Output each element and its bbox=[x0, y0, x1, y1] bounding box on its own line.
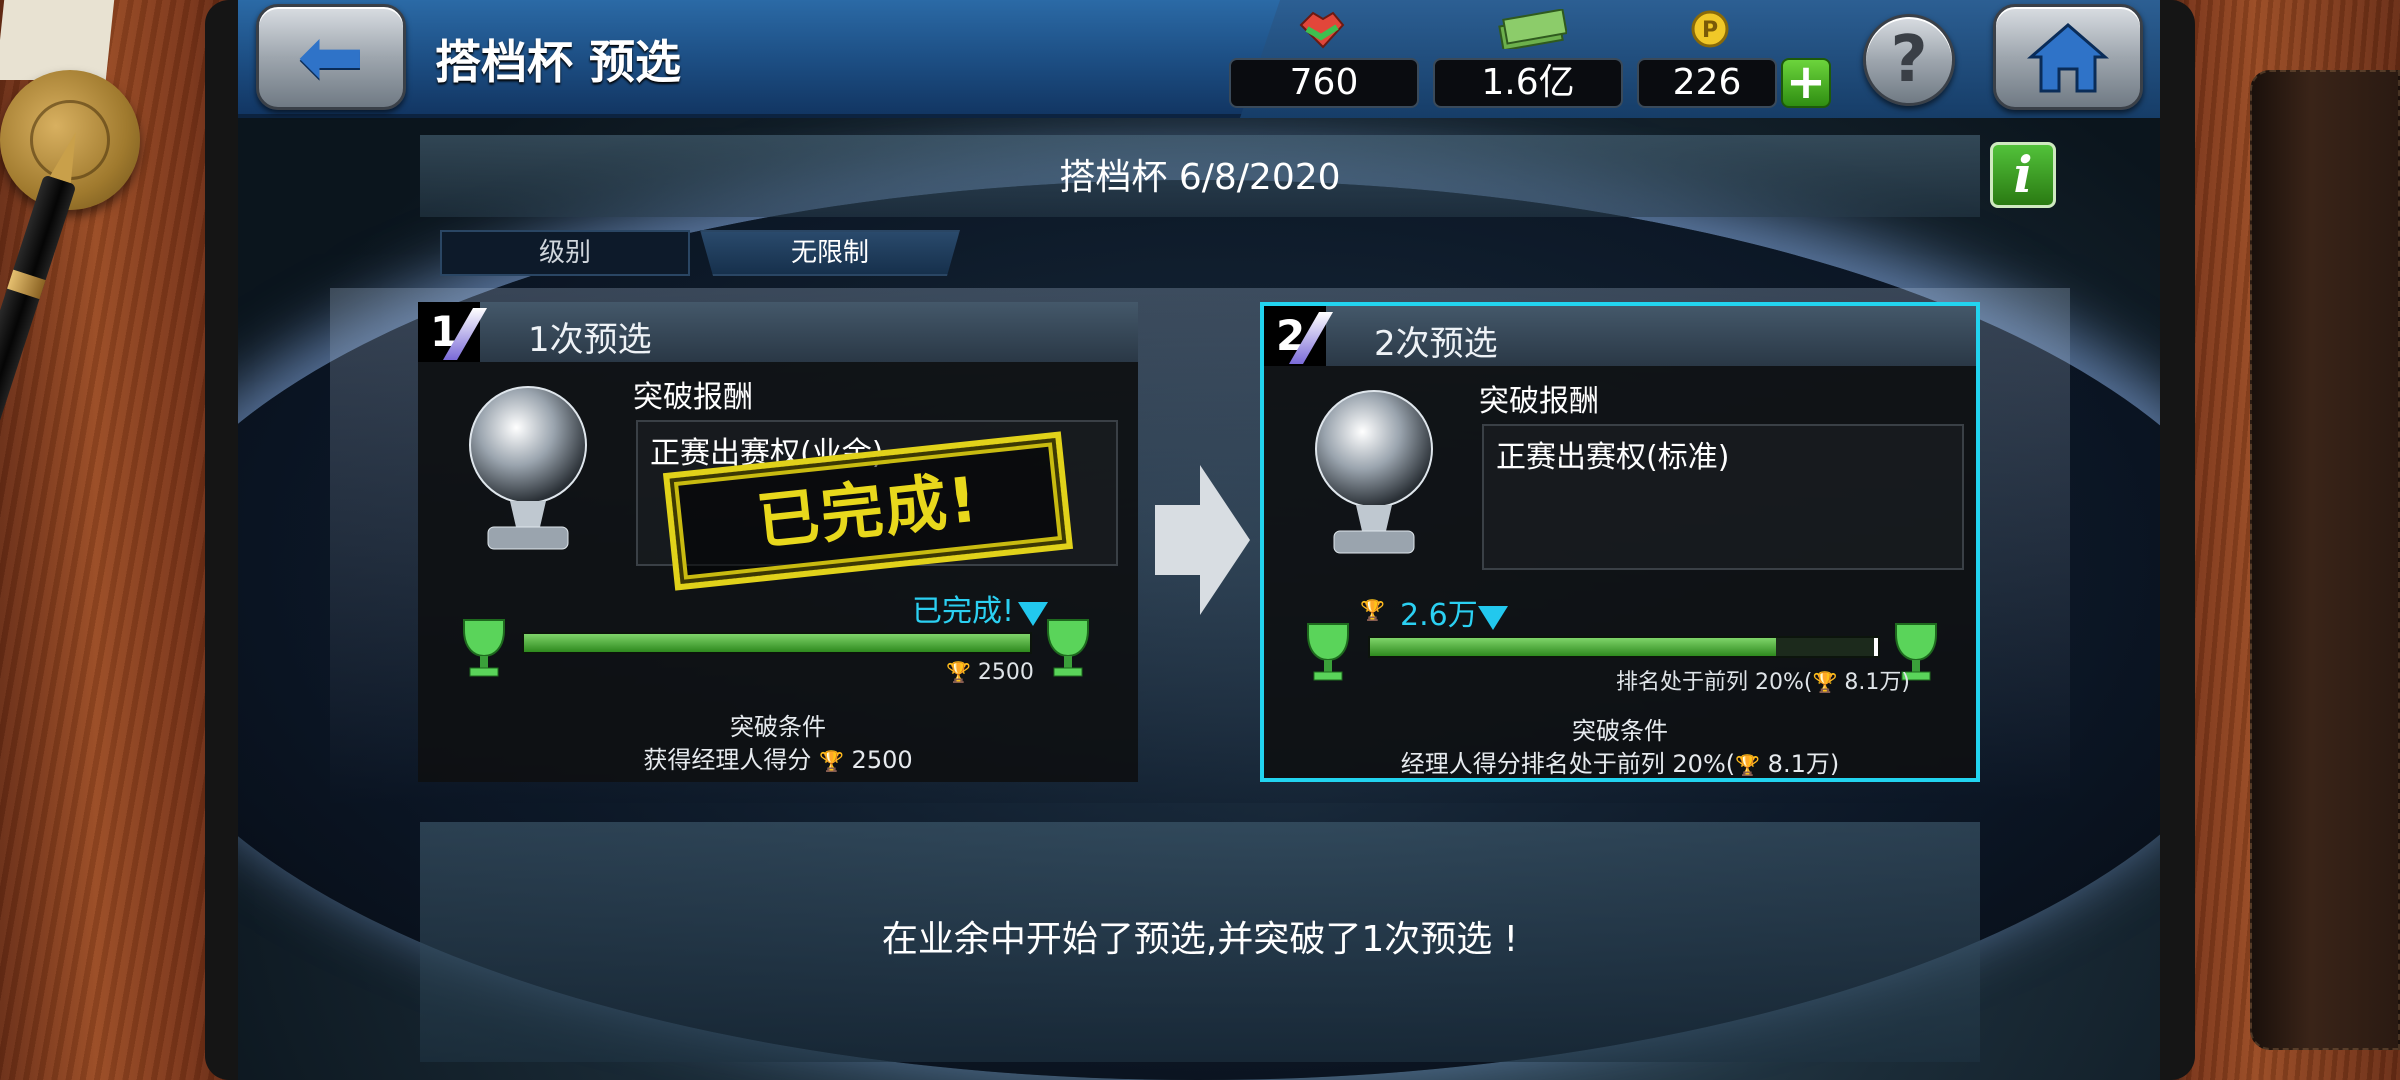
leather-wallet bbox=[2250, 70, 2400, 1050]
message-text: 在业余中开始了预选,并突破了1次预选 ! bbox=[881, 919, 1519, 960]
stage-title: 1次预选 bbox=[528, 320, 652, 360]
progress-marker-text: 已完成! bbox=[912, 594, 1015, 629]
home-icon bbox=[2026, 23, 2110, 93]
condition-title: 突破条件 bbox=[730, 713, 826, 741]
progress-fill bbox=[1370, 638, 1777, 656]
condition-value: 8.1万) bbox=[1767, 750, 1840, 778]
progress-bar bbox=[522, 632, 1032, 654]
green-cup-icon bbox=[463, 619, 505, 677]
mini-cup-icon: 🏆 bbox=[1812, 670, 1838, 694]
help-icon[interactable]: ? bbox=[1863, 14, 1955, 106]
level-value[interactable]: 无限制 bbox=[700, 230, 960, 276]
svg-text:P: P bbox=[1702, 18, 1718, 43]
points-count: 226 bbox=[1637, 58, 1777, 108]
target-note-label: 排名处于前列 20%( bbox=[1616, 670, 1813, 695]
plus-icon[interactable]: + bbox=[1781, 58, 1831, 108]
stage-card-1[interactable]: 1 1次预选 突破报酬 正赛出赛权(业余) 已完成! 已完成! 🏆 2500 突… bbox=[418, 302, 1138, 782]
condition-label: 经理人得分排名处于前列 20%( bbox=[1400, 750, 1736, 778]
mini-cup-icon: 🏆 bbox=[1360, 598, 1385, 622]
reward-label: 突破报酬 bbox=[1479, 384, 1599, 419]
mini-cup-icon: 🏆 bbox=[819, 749, 844, 773]
green-cup-icon bbox=[1047, 619, 1089, 677]
money-icon bbox=[1497, 6, 1567, 52]
points-coin-icon: P bbox=[1685, 6, 1735, 52]
target-note-value: 2500 bbox=[977, 660, 1034, 685]
progress-fill bbox=[524, 634, 1030, 652]
progress-bar bbox=[1368, 636, 1880, 658]
money-count: 1.6亿 bbox=[1433, 58, 1623, 108]
progress-area: 🏆 2.6万 排名处于前列 20%(🏆 8.1万) bbox=[1264, 596, 1976, 706]
handshake-icon bbox=[1297, 6, 1347, 52]
target-note: 排名处于前列 20%(🏆 8.1万) bbox=[1616, 664, 1910, 696]
target-note-value: 8.1万) bbox=[1844, 670, 1910, 695]
reward-label: 突破报酬 bbox=[633, 380, 753, 415]
home-button[interactable] bbox=[1993, 4, 2143, 110]
right-arrow-icon bbox=[1155, 465, 1250, 615]
condition-text: 经理人得分排名处于前列 20%(🏆 8.1万) bbox=[1264, 744, 1976, 779]
trophy-icon bbox=[469, 386, 587, 550]
page-title: 搭档杯 预选 bbox=[435, 35, 682, 89]
handshake-count: 760 bbox=[1229, 58, 1419, 108]
condition-value: 2500 bbox=[851, 746, 913, 774]
stage-title: 2次预选 bbox=[1374, 324, 1498, 364]
reward-box: 正赛出赛权(标准) bbox=[1482, 424, 1964, 570]
condition-title: 突破条件 bbox=[1572, 717, 1668, 745]
paper-scrap bbox=[0, 0, 115, 80]
trophy-icon bbox=[1315, 390, 1433, 554]
condition-label: 获得经理人得分 bbox=[643, 746, 812, 774]
back-button[interactable]: ⬅ bbox=[256, 4, 406, 110]
progress-marker bbox=[1018, 602, 1048, 626]
card-header bbox=[1264, 306, 1976, 366]
progress-marker bbox=[1478, 606, 1508, 630]
progress-marker-text: 2.6万 bbox=[1400, 598, 1478, 633]
target-note: 🏆 2500 bbox=[946, 660, 1034, 685]
level-label: 级别 bbox=[440, 230, 690, 276]
info-icon[interactable]: i bbox=[1990, 142, 2056, 208]
stage-card-2[interactable]: 2 2次预选 突破报酬 正赛出赛权(标准) 🏆 2.6万 排名处于前列 20%(… bbox=[1260, 302, 1980, 782]
green-cup-icon bbox=[1307, 623, 1349, 681]
cup-title: 搭档杯 6/8/2020 bbox=[1059, 157, 1341, 198]
card-header bbox=[418, 302, 1138, 362]
condition-text: 获得经理人得分 🏆 2500 bbox=[418, 740, 1138, 775]
progress-area: 已完成! 🏆 2500 bbox=[418, 592, 1138, 702]
progress-target-zone bbox=[1874, 638, 1878, 656]
mini-cup-icon: 🏆 bbox=[1735, 753, 1761, 777]
back-arrow-icon: ⬅ bbox=[297, 10, 365, 103]
reward-text: 正赛出赛权(标准) bbox=[1496, 440, 1730, 475]
mini-cup-icon: 🏆 bbox=[946, 660, 971, 684]
